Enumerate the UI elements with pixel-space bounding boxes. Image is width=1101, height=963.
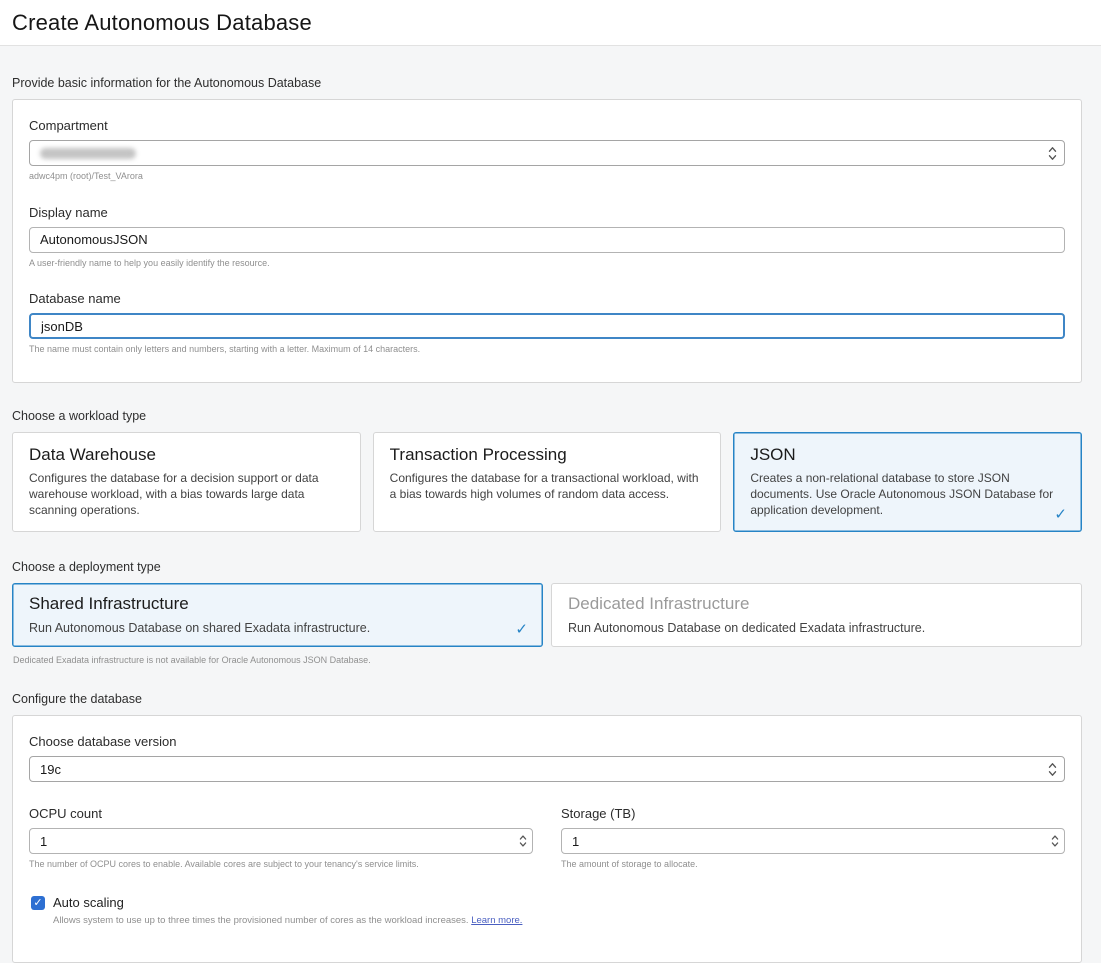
database-name-helper: The name must contain only letters and n… bbox=[29, 344, 1065, 356]
selected-check-icon: ✓ bbox=[515, 620, 528, 638]
storage-field: Storage (TB) The amount of storage to al… bbox=[561, 806, 1065, 871]
configure-section-label: Configure the database bbox=[12, 692, 1082, 706]
deployment-card-title: Dedicated Infrastructure bbox=[568, 594, 1065, 614]
database-name-label: Database name bbox=[29, 291, 1065, 306]
deployment-card-description: Run Autonomous Database on shared Exadat… bbox=[29, 620, 526, 637]
checkbox-check-icon: ✓ bbox=[33, 897, 42, 909]
storage-stepper-icon[interactable] bbox=[1051, 835, 1059, 848]
ocpu-helper: The number of OCPU cores to enable. Avai… bbox=[29, 859, 533, 871]
database-version-label: Choose database version bbox=[29, 734, 1065, 749]
deployment-section-label: Choose a deployment type bbox=[12, 560, 1082, 574]
page-header: Create Autonomous Database bbox=[0, 0, 1101, 46]
workload-card-title: Data Warehouse bbox=[29, 445, 344, 465]
workload-card-json[interactable]: JSON Creates a non-relational database t… bbox=[733, 432, 1082, 531]
workload-section-label: Choose a workload type bbox=[12, 409, 1082, 423]
auto-scaling-label: Auto scaling bbox=[53, 895, 522, 910]
workload-card-title: JSON bbox=[750, 445, 1065, 465]
auto-scaling-checkbox[interactable]: ✓ bbox=[31, 896, 45, 910]
auto-scaling-helper: Allows system to use up to three times t… bbox=[53, 915, 522, 926]
ocpu-stepper-icon[interactable] bbox=[519, 835, 527, 848]
select-chevrons-icon bbox=[1048, 146, 1057, 161]
ocpu-count-input[interactable] bbox=[29, 828, 533, 854]
auto-scaling-row: ✓ Auto scaling Allows system to use up t… bbox=[31, 895, 1065, 926]
display-name-label: Display name bbox=[29, 205, 1065, 220]
workload-card-data-warehouse[interactable]: Data Warehouse Configures the database f… bbox=[12, 432, 361, 531]
ocpu-label: OCPU count bbox=[29, 806, 533, 821]
page-title: Create Autonomous Database bbox=[12, 10, 312, 36]
create-adb-form: Provide basic information for the Autono… bbox=[0, 46, 1101, 963]
database-version-field: Choose database version 19c bbox=[29, 734, 1065, 782]
basic-info-section-label: Provide basic information for the Autono… bbox=[12, 76, 1082, 90]
display-name-input[interactable] bbox=[29, 227, 1065, 253]
storage-label: Storage (TB) bbox=[561, 806, 1065, 821]
basic-info-card: Compartment adwc4pm (root)/Test_VArora D… bbox=[12, 99, 1082, 383]
learn-more-link[interactable]: Learn more. bbox=[471, 915, 522, 926]
database-version-select[interactable]: 19c bbox=[29, 756, 1065, 782]
deployment-card-description: Run Autonomous Database on dedicated Exa… bbox=[568, 620, 1065, 637]
deployment-card-shared[interactable]: Shared Infrastructure Run Autonomous Dat… bbox=[12, 583, 543, 648]
workload-card-description: Configures the database for a transactio… bbox=[390, 471, 705, 503]
configure-card: Choose database version 19c OCPU count T… bbox=[12, 715, 1082, 963]
storage-input[interactable] bbox=[561, 828, 1065, 854]
ocpu-field: OCPU count The number of OCPU cores to e… bbox=[29, 806, 533, 871]
display-name-field: Display name A user-friendly name to hel… bbox=[29, 205, 1065, 270]
deployment-options: Shared Infrastructure Run Autonomous Dat… bbox=[12, 583, 1082, 648]
select-chevrons-icon bbox=[1048, 762, 1057, 777]
compartment-helper: adwc4pm (root)/Test_VArora bbox=[29, 171, 1065, 183]
deployment-card-title: Shared Infrastructure bbox=[29, 594, 526, 614]
auto-scaling-text: Auto scaling Allows system to use up to … bbox=[53, 895, 522, 926]
database-name-input[interactable] bbox=[29, 313, 1065, 339]
workload-card-transaction-processing[interactable]: Transaction Processing Configures the da… bbox=[373, 432, 722, 531]
workload-card-description: Creates a non-relational database to sto… bbox=[750, 471, 1065, 518]
compartment-label: Compartment bbox=[29, 118, 1065, 133]
storage-helper: The amount of storage to allocate. bbox=[561, 859, 1065, 871]
capacity-row: OCPU count The number of OCPU cores to e… bbox=[29, 806, 1065, 871]
display-name-helper: A user-friendly name to help you easily … bbox=[29, 258, 1065, 270]
redacted-compartment-value bbox=[40, 148, 136, 159]
workload-card-description: Configures the database for a decision s… bbox=[29, 471, 344, 518]
deployment-section: Choose a deployment type Shared Infrastr… bbox=[12, 560, 1082, 666]
selected-check-icon: ✓ bbox=[1054, 505, 1067, 523]
database-version-value: 19c bbox=[40, 762, 61, 777]
workload-card-title: Transaction Processing bbox=[390, 445, 705, 465]
deployment-helper: Dedicated Exadata infrastructure is not … bbox=[13, 655, 1082, 665]
database-name-field: Database name The name must contain only… bbox=[29, 291, 1065, 356]
compartment-field: Compartment adwc4pm (root)/Test_VArora bbox=[29, 118, 1065, 183]
compartment-select[interactable] bbox=[29, 140, 1065, 166]
deployment-card-dedicated: Dedicated Infrastructure Run Autonomous … bbox=[551, 583, 1082, 648]
workload-options: Data Warehouse Configures the database f… bbox=[12, 432, 1082, 531]
